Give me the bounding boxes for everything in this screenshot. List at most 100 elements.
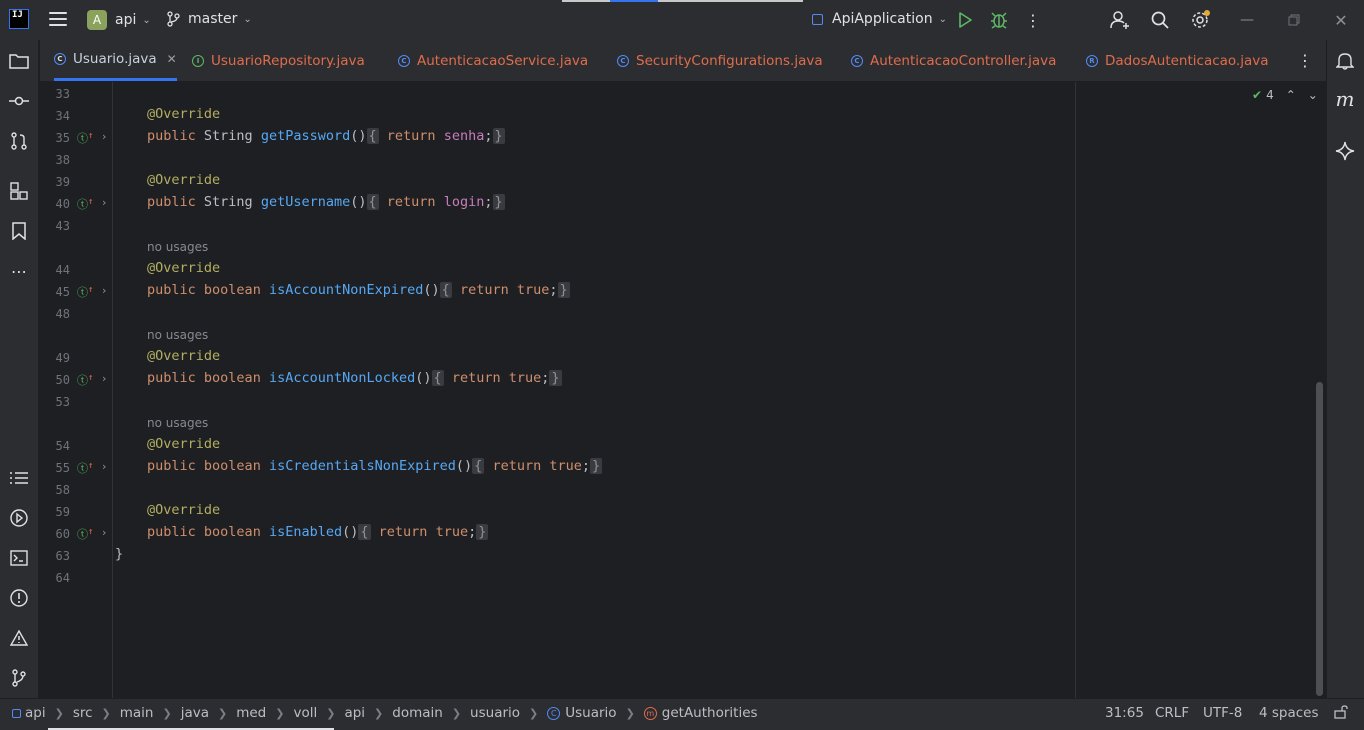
implements-method-icon[interactable]: ⓣ↑ [77,196,93,212]
code-with-me-button[interactable] [1108,8,1132,32]
breadcrumb-item[interactable]: api [344,705,365,721]
git-tool-icon[interactable] [8,667,30,689]
breadcrumb-item[interactable]: java [181,705,209,721]
vertical-scrollbar[interactable] [1316,382,1323,696]
breadcrumb-item[interactable]: main [120,705,154,721]
annotation: @Override [147,172,221,188]
add-user-icon [1110,11,1129,29]
tab-label: AutenticacaoController.java [870,52,1057,69]
bookmarks-tool-icon[interactable] [8,220,30,242]
minimize-icon[interactable]: — [1235,8,1259,32]
tab-usuario-repository[interactable]: I UsuarioRepository.java [192,40,365,81]
breadcrumb-item[interactable]: src [73,705,93,721]
caret-position[interactable]: 31:65 [1105,705,1144,721]
implements-method-icon[interactable]: ⓣ↑ [77,372,93,388]
fold-chevron-icon[interactable]: › [102,196,106,209]
breadcrumb-item[interactable]: api [25,705,46,721]
code-line-isaccountnonexpired: public boolean isAccountNonExpired(){ re… [147,282,570,298]
close-window-icon[interactable]: ✕ [1329,8,1353,32]
restore-icon[interactable] [1282,8,1306,32]
line-number: 64 [55,571,70,585]
todo-tool-icon[interactable] [8,467,30,489]
usage-hint[interactable]: no usages [147,328,208,342]
fold-chevron-icon[interactable]: › [102,372,106,385]
commit-tool-icon[interactable] [8,90,30,112]
right-tool-stripe: m [1326,40,1364,698]
structure-tool-icon[interactable] [8,180,30,202]
tab-security-configurations[interactable]: C SecurityConfigurations.java [617,40,823,81]
file-encoding[interactable]: UTF-8 [1203,705,1242,721]
line-number: 43 [55,219,70,233]
terminal-tool-icon[interactable] [8,547,30,569]
close-icon[interactable]: ✕ [167,52,177,66]
pull-requests-tool-icon[interactable] [8,130,30,152]
breadcrumb-item[interactable]: domain [392,705,443,721]
check-icon: ✔ [1252,88,1263,102]
breadcrumb-item[interactable]: usuario [470,705,520,721]
annotation: @Override [147,348,221,364]
warning-tool-icon[interactable] [8,627,30,649]
code-editor[interactable]: 33 34 35 38 39 40 43 44 45 48 49 50 53 5… [40,82,1326,698]
ai-assistant-icon[interactable] [1334,140,1356,162]
tab-options-icon[interactable]: ⋮ [1297,40,1313,81]
project-name: api [115,12,137,28]
indent-setting[interactable]: 4 spaces [1259,705,1319,721]
breadcrumb-item[interactable]: getAuthorities [662,705,758,721]
annotation: @Override [147,260,221,276]
left-tool-stripe: ⋯ [0,40,39,698]
problems-tool-icon[interactable] [8,587,30,609]
fold-chevron-icon[interactable]: › [102,526,106,539]
loading-bar-active [610,0,658,2]
breadcrumb-item[interactable]: voll [293,705,317,721]
notifications-icon[interactable] [1334,50,1356,72]
line-number: 33 [55,87,70,101]
implements-method-icon[interactable]: ⓣ↑ [77,284,93,300]
line-number: 35 [55,131,70,145]
bug-icon [991,12,1007,29]
implements-method-icon[interactable]: ⓣ↑ [77,526,93,542]
run-config-name: ApiApplication [832,11,933,27]
main-menu-icon[interactable] [49,12,67,27]
run-config-selector[interactable]: ApiApplication ⌄ [812,11,947,27]
line-number: 38 [55,153,70,167]
tab-autenticacao-controller[interactable]: C AutenticacaoController.java [851,40,1056,81]
fold-chevron-icon[interactable]: › [102,460,106,473]
tab-autenticacao-service[interactable]: C AutenticacaoService.java [398,40,588,81]
chevron-down-icon[interactable]: ⌄ [1308,88,1318,102]
usage-hint[interactable]: no usages [147,416,208,430]
maven-tool-icon[interactable]: m [1334,87,1356,111]
implements-method-icon[interactable]: ⓣ↑ [77,130,93,146]
services-tool-icon[interactable] [8,507,30,529]
fold-chevron-icon[interactable]: › [102,130,106,143]
search-button[interactable] [1148,8,1172,32]
project-selector[interactable]: A api ⌄ [87,10,151,30]
usage-hint[interactable]: no usages [147,240,208,254]
debug-button[interactable] [987,8,1011,32]
project-badge: A [87,10,107,30]
tab-dados-autenticacao[interactable]: R DadosAutenticacao.java [1086,40,1269,81]
settings-button[interactable] [1188,8,1212,32]
gear-icon [1192,10,1210,28]
line-number: 48 [55,307,70,321]
inspections-widget[interactable]: ✔ 4 ⌃ ⌄ [1252,88,1318,102]
breadcrumb-item[interactable]: Usuario [565,705,616,721]
tab-label: SecurityConfigurations.java [636,52,823,69]
class-icon: C [617,54,629,67]
read-only-toggle-icon[interactable] [1334,705,1348,723]
fold-chevron-icon[interactable]: › [102,284,106,297]
line-separator[interactable]: CRLF [1155,705,1189,721]
tab-label: UsuarioRepository.java [211,52,365,69]
chevron-down-icon: ⌄ [938,13,947,25]
run-button[interactable] [953,8,977,32]
project-tool-icon[interactable] [8,50,30,72]
vcs-branch-selector[interactable]: master ⌄ [166,11,252,27]
tab-usuario[interactable]: C Usuario.java ✕ [54,40,177,81]
breadcrumb-item[interactable]: med [236,705,266,721]
more-actions-icon[interactable]: ⋮ [1021,8,1045,32]
run-config-icon [812,13,823,25]
code-line-iscredentialsnonexpired: public boolean isCredentialsNonExpired()… [147,458,603,474]
implements-method-icon[interactable]: ⓣ↑ [77,460,93,476]
more-tools-icon[interactable]: ⋯ [8,260,30,282]
class-icon: C [547,706,561,720]
chevron-up-icon[interactable]: ⌃ [1286,88,1296,102]
